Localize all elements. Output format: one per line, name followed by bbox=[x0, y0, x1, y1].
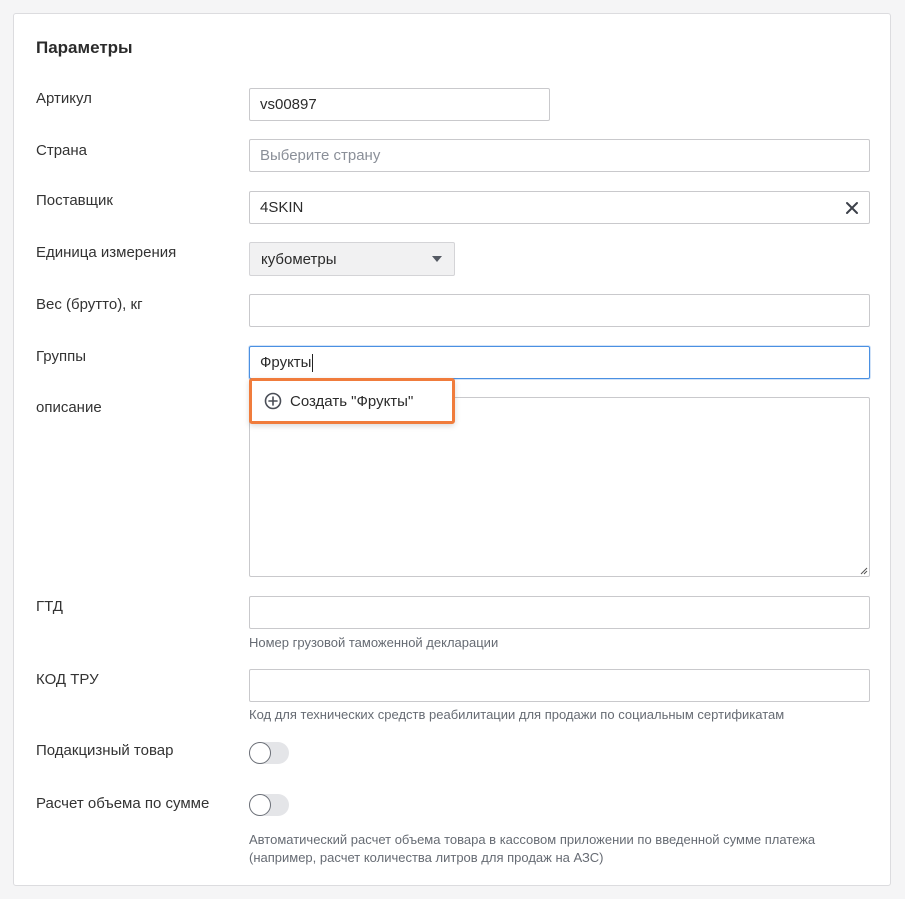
supplier-input[interactable]: 4SKIN bbox=[249, 191, 870, 224]
country-placeholder: Выберите страну bbox=[260, 147, 381, 164]
resize-handle-icon[interactable] bbox=[858, 565, 868, 575]
unit-value: кубометры bbox=[261, 250, 337, 268]
volume-calc-hint-line2: (например, расчет количества литров для … bbox=[249, 850, 604, 865]
create-group-option[interactable]: Создать "Фрукты" bbox=[290, 393, 413, 410]
groups-input[interactable]: Фрукты bbox=[249, 346, 870, 379]
description-textarea[interactable] bbox=[249, 397, 870, 577]
country-label: Страна bbox=[36, 142, 88, 159]
toggle-knob bbox=[249, 794, 271, 816]
volume-calc-toggle[interactable] bbox=[249, 794, 289, 816]
gtd-hint: Номер грузовой таможенной декларации bbox=[249, 635, 499, 650]
article-input[interactable]: vs00897 bbox=[249, 88, 550, 121]
groups-dropdown: Создать "Фрукты" bbox=[249, 378, 455, 424]
gtd-input[interactable] bbox=[249, 596, 870, 629]
unit-label: Единица измерения bbox=[36, 244, 177, 261]
tru-code-input[interactable] bbox=[249, 669, 870, 702]
section-title: Параметры bbox=[36, 38, 133, 57]
volume-calc-hint: Автоматический расчет объема товара в ка… bbox=[249, 831, 815, 867]
clear-icon[interactable] bbox=[844, 200, 860, 216]
article-label: Артикул bbox=[36, 90, 92, 107]
country-input[interactable]: Выберите страну bbox=[249, 139, 870, 172]
supplier-value: 4SKIN bbox=[260, 199, 304, 216]
excise-label: Подакцизный товар bbox=[36, 742, 174, 759]
weight-input[interactable] bbox=[249, 294, 870, 327]
excise-toggle[interactable] bbox=[249, 742, 289, 764]
volume-calc-hint-line1: Автоматический расчет объема товара в ка… bbox=[249, 832, 816, 847]
volume-calc-label: Расчет объема по сумме bbox=[36, 795, 210, 812]
groups-value: Фрукты bbox=[260, 354, 312, 371]
tru-code-hint: Код для технических средств реабилитации… bbox=[249, 707, 785, 722]
parameters-card: Параметры Артикул vs00897 Страна Выберит… bbox=[13, 13, 891, 886]
chevron-down-icon bbox=[432, 256, 442, 262]
supplier-label: Поставщик bbox=[36, 192, 113, 209]
plus-circle-icon[interactable] bbox=[264, 392, 282, 410]
tru-code-label: КОД ТРУ bbox=[36, 671, 99, 688]
text-caret bbox=[312, 353, 314, 372]
gtd-label: ГТД bbox=[36, 598, 63, 615]
toggle-knob bbox=[249, 742, 271, 764]
unit-select[interactable]: кубометры bbox=[249, 242, 455, 276]
groups-label: Группы bbox=[36, 348, 86, 365]
description-label: описание bbox=[36, 399, 102, 416]
weight-label: Вес (брутто), кг bbox=[36, 296, 143, 313]
article-value: vs00897 bbox=[260, 96, 317, 113]
